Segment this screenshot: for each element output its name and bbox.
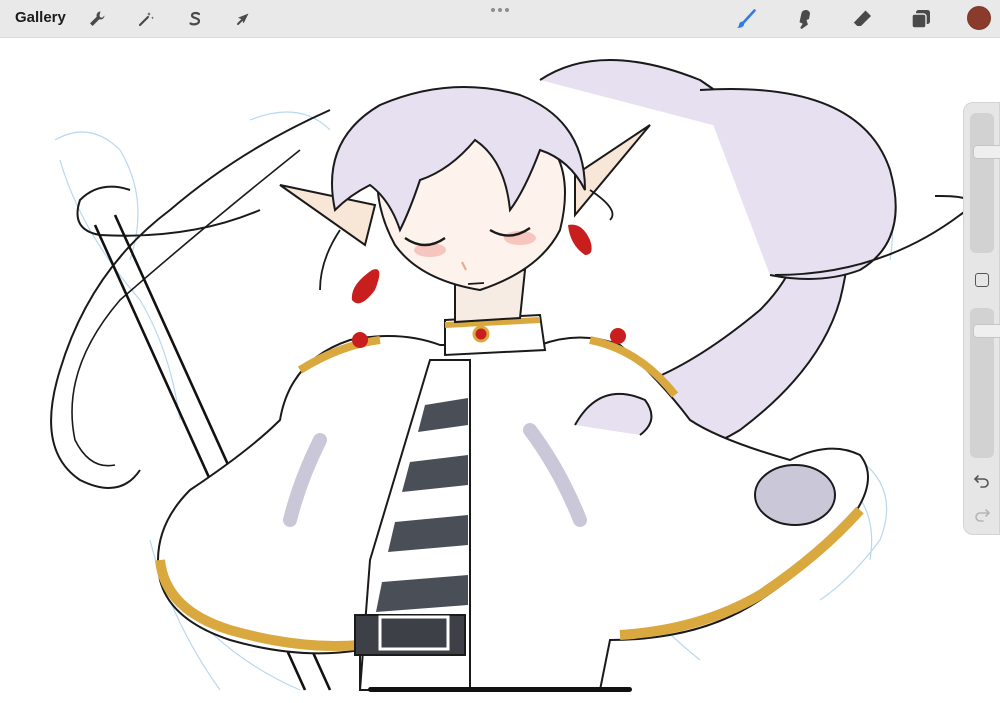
eraser-icon[interactable]	[848, 5, 876, 33]
wrench-icon[interactable]	[84, 6, 110, 32]
gallery-button[interactable]: Gallery	[15, 9, 66, 26]
toolbar-grabber[interactable]	[491, 8, 509, 12]
smudge-icon[interactable]	[790, 5, 818, 33]
redo-icon[interactable]	[973, 505, 991, 523]
drawing-canvas[interactable]	[0, 38, 1000, 698]
opacity-thumb[interactable]	[973, 324, 1000, 338]
color-swatch[interactable]	[967, 6, 991, 30]
brush-icon[interactable]	[732, 5, 760, 33]
home-indicator	[368, 687, 632, 692]
modify-button[interactable]	[975, 273, 989, 287]
brush-size-slider[interactable]	[970, 113, 1000, 253]
top-toolbar: Gallery	[0, 0, 1000, 38]
side-control-bar	[963, 102, 1000, 535]
selection-s-icon[interactable]	[182, 6, 208, 32]
arrow-cursor-icon[interactable]	[230, 6, 256, 32]
artwork-illustration	[50, 59, 972, 691]
brush-size-thumb[interactable]	[973, 145, 1000, 159]
undo-icon[interactable]	[973, 471, 991, 489]
magic-wand-icon[interactable]	[133, 6, 159, 32]
layers-icon[interactable]	[907, 5, 935, 33]
opacity-slider[interactable]	[970, 308, 1000, 458]
